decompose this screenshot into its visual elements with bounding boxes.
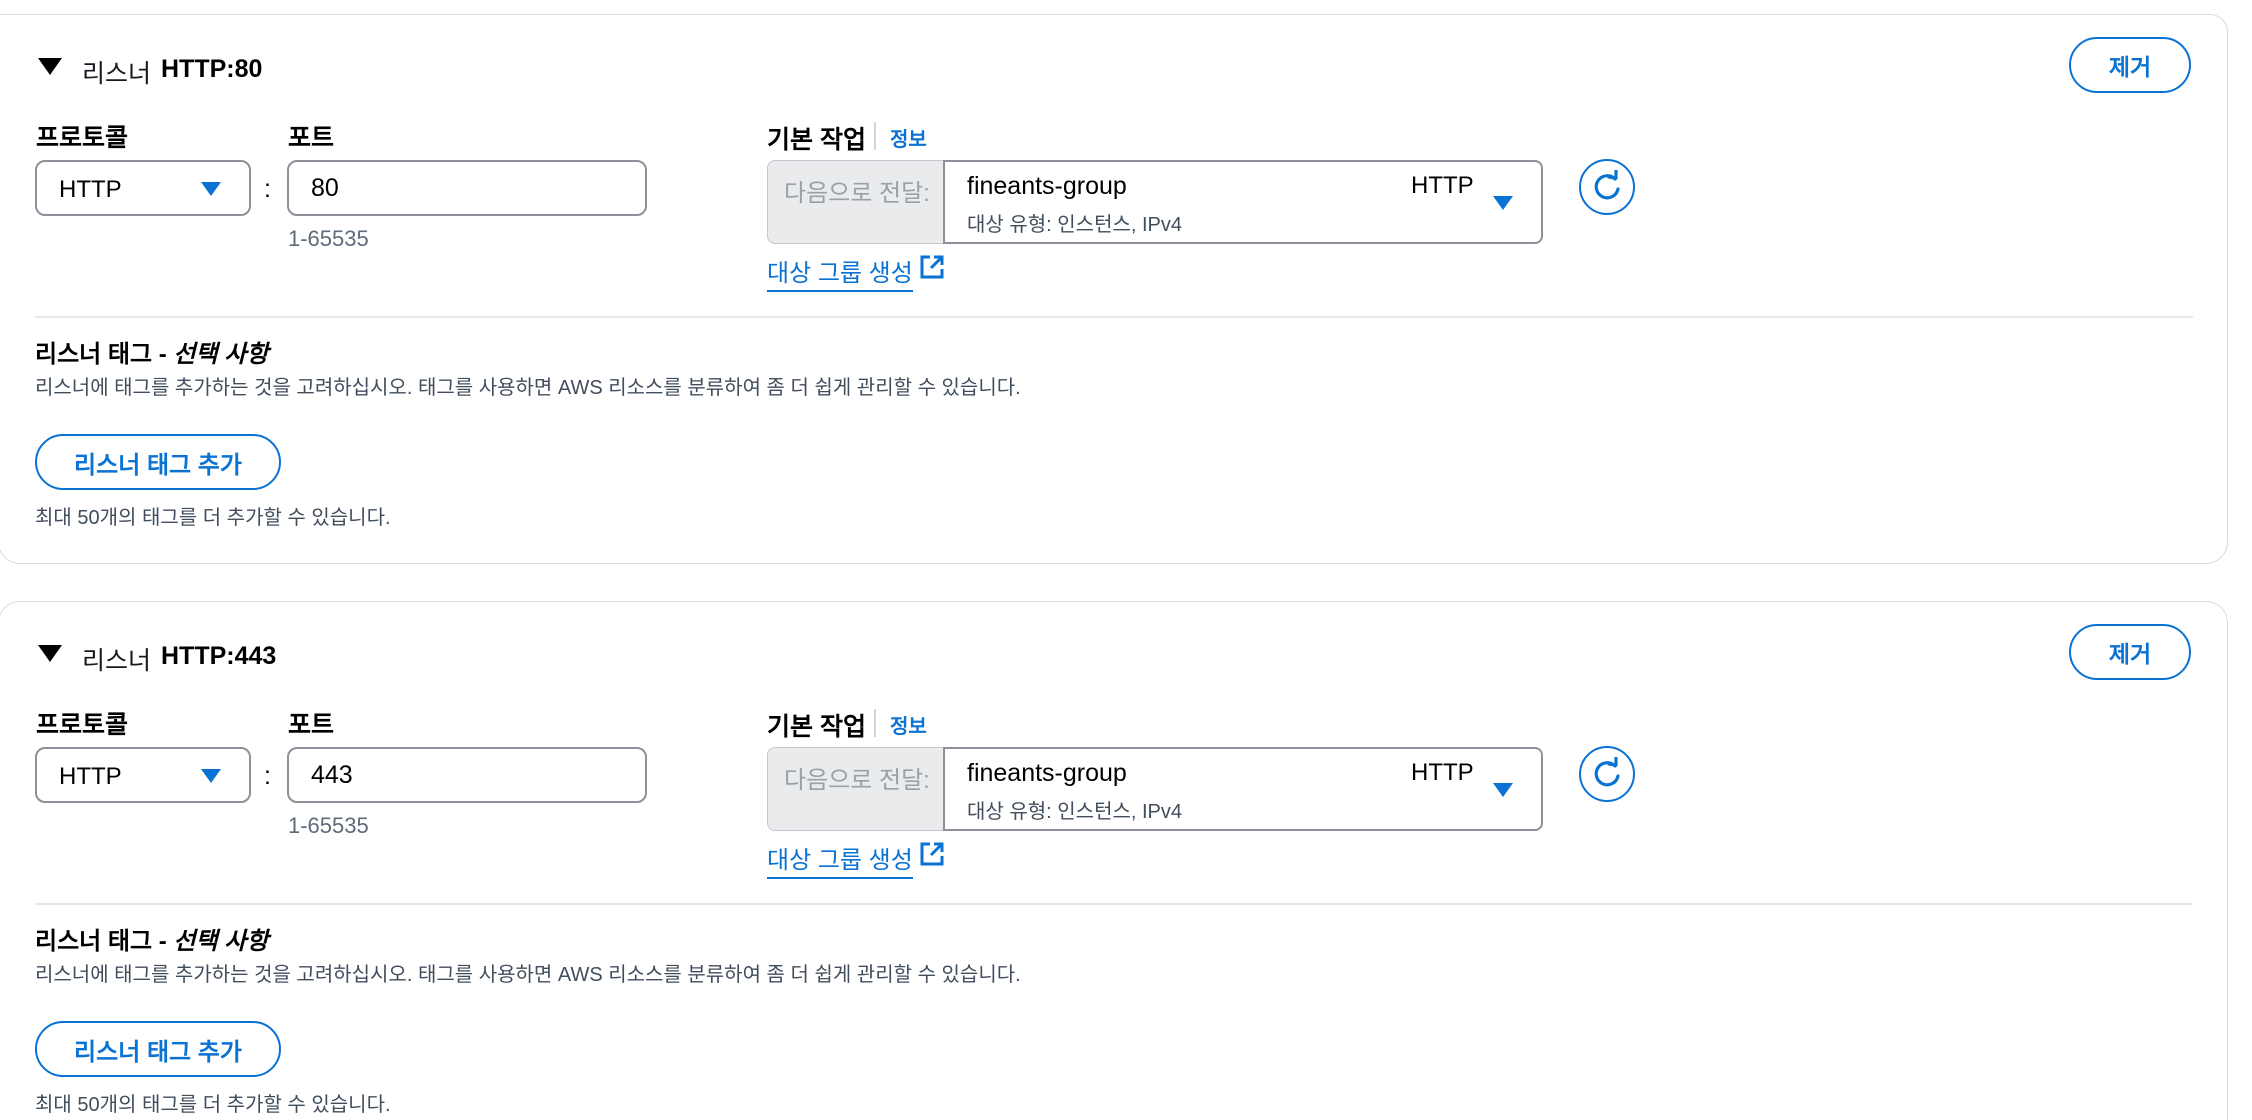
protocol-label: 프로토콜 (36, 711, 129, 739)
listener-panel-http-443 (0, 601, 2228, 1120)
chevron-down-icon (201, 182, 221, 196)
target-group-protocol: HTTP (1411, 759, 1474, 786)
port-hint: 1-65535 (288, 813, 369, 838)
target-group-select[interactable]: fineants-group HTTP 대상 유형: 인스턴스, IPv4 (943, 747, 1543, 831)
port-label: 포트 (288, 124, 335, 152)
tags-title-text: 리스너 태그 - (35, 928, 174, 955)
port-label: 포트 (288, 711, 335, 739)
chevron-down-icon (201, 769, 221, 783)
tags-optional-text: 선택 사항 (173, 928, 269, 955)
target-group-type: 대상 유형: 인스턴스, IPv4 (967, 214, 1183, 236)
listener-panel-http-80 (0, 14, 2228, 564)
target-group-select[interactable]: fineants-group HTTP 대상 유형: 인스턴스, IPv4 (943, 160, 1543, 244)
forward-prefix: 다음으로 전달: (767, 747, 947, 831)
forward-prefix-text: 다음으로 전달: (784, 180, 930, 207)
external-link-icon[interactable] (919, 254, 945, 280)
default-action-label: 기본 작업 (767, 126, 866, 154)
caret-down-icon[interactable] (38, 58, 62, 75)
listener-header-value: HTTP:80 (161, 55, 263, 83)
remove-listener-button[interactable]: 제거 (2069, 37, 2191, 93)
listener-header-label: 리스너 (82, 60, 152, 88)
protocol-select[interactable]: HTTP (35, 747, 251, 803)
target-group-protocol: HTTP (1411, 172, 1474, 199)
info-divider (874, 122, 876, 150)
external-link-icon[interactable] (919, 841, 945, 867)
forward-prefix: 다음으로 전달: (767, 160, 947, 244)
target-group-type: 대상 유형: 인스턴스, IPv4 (967, 801, 1183, 823)
listener-tags-description: 리스너에 태그를 추가하는 것을 고려하십시오. 태그를 사용하면 AWS 리소… (35, 964, 1021, 986)
info-link[interactable]: 정보 (890, 123, 927, 152)
info-divider (874, 709, 876, 737)
target-group-name: fineants-group (967, 759, 1127, 787)
tags-optional-text: 선택 사항 (173, 341, 269, 368)
protocol-label: 프로토콜 (36, 124, 129, 152)
listener-tags-title: 리스너 태그 - 선택 사항 (35, 334, 268, 369)
create-target-group-link[interactable]: 대상 그룹 생성 (767, 840, 913, 879)
refresh-icon (1594, 757, 1620, 787)
caret-down-icon[interactable] (38, 645, 62, 662)
listener-header-value: HTTP:443 (161, 642, 277, 670)
protocol-select[interactable]: HTTP (35, 160, 251, 216)
section-divider (35, 316, 2193, 318)
refresh-target-groups-button[interactable] (1579, 746, 1635, 802)
port-input[interactable] (287, 747, 647, 803)
refresh-target-groups-button[interactable] (1579, 159, 1635, 215)
chevron-down-icon (1493, 783, 1513, 797)
section-divider (35, 903, 2193, 905)
protocol-port-separator: : (264, 762, 271, 790)
listener-tags-title: 리스너 태그 - 선택 사항 (35, 921, 268, 956)
protocol-port-separator: : (264, 175, 271, 203)
protocol-select-value: HTTP (59, 176, 122, 203)
port-hint: 1-65535 (288, 226, 369, 251)
listener-tags-description: 리스너에 태그를 추가하는 것을 고려하십시오. 태그를 사용하면 AWS 리소… (35, 377, 1021, 399)
listener-header-label: 리스너 (82, 647, 152, 675)
add-listener-tag-button[interactable]: 리스너 태그 추가 (35, 434, 281, 490)
port-input[interactable] (287, 160, 647, 216)
tag-limit-note: 최대 50개의 태그를 더 추가할 수 있습니다. (35, 1094, 391, 1116)
refresh-icon (1594, 170, 1620, 200)
tag-limit-note: 최대 50개의 태그를 더 추가할 수 있습니다. (35, 507, 391, 529)
add-listener-tag-button[interactable]: 리스너 태그 추가 (35, 1021, 281, 1077)
default-action-label: 기본 작업 (767, 713, 866, 741)
remove-listener-button[interactable]: 제거 (2069, 624, 2191, 680)
protocol-select-value: HTTP (59, 763, 122, 790)
create-target-group-link[interactable]: 대상 그룹 생성 (767, 253, 913, 292)
tags-title-text: 리스너 태그 - (35, 341, 174, 368)
forward-prefix-text: 다음으로 전달: (784, 767, 930, 794)
target-group-name: fineants-group (967, 172, 1127, 200)
chevron-down-icon (1493, 196, 1513, 210)
info-link[interactable]: 정보 (890, 710, 927, 739)
